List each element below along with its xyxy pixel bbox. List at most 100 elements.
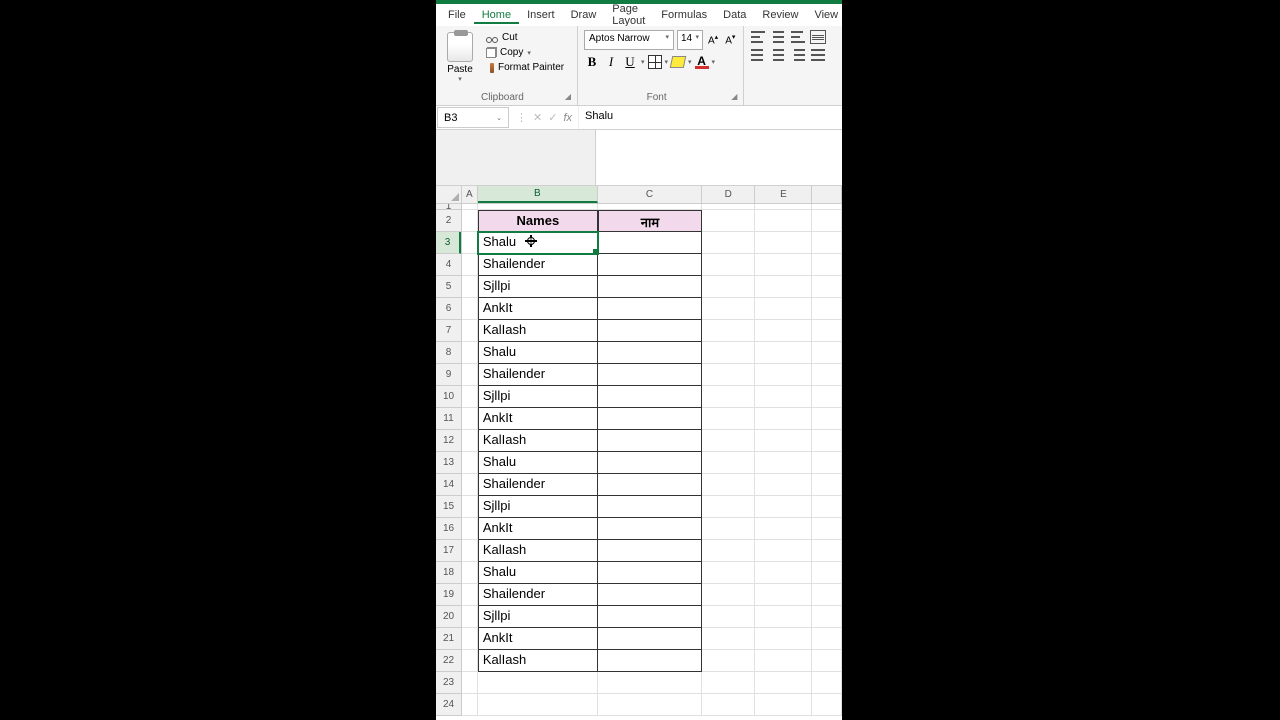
cell-b16[interactable]: AnkIt	[478, 518, 598, 540]
cell[interactable]	[812, 254, 842, 276]
cell[interactable]	[755, 496, 812, 518]
row-header-8[interactable]: 8	[436, 342, 461, 364]
row-header-21[interactable]: 21	[436, 628, 461, 650]
cell[interactable]	[462, 386, 478, 408]
cell[interactable]	[702, 430, 755, 452]
row-header-7[interactable]: 7	[436, 320, 461, 342]
cell[interactable]	[755, 386, 812, 408]
cell[interactable]	[462, 496, 478, 518]
cell[interactable]	[755, 650, 812, 672]
font-color-button[interactable]: A	[695, 56, 709, 69]
menu-home[interactable]: Home	[474, 7, 519, 24]
cell[interactable]	[702, 254, 755, 276]
fx-icon[interactable]: fx	[563, 112, 572, 124]
cell[interactable]	[812, 606, 842, 628]
row-header-17[interactable]: 17	[436, 540, 461, 562]
cell[interactable]	[702, 342, 755, 364]
cell[interactable]	[702, 474, 755, 496]
cell-c8[interactable]	[598, 342, 702, 364]
cell-c4[interactable]	[598, 254, 702, 276]
cell-c12[interactable]	[598, 430, 702, 452]
row-header-22[interactable]: 22	[436, 650, 461, 672]
cell[interactable]	[462, 562, 478, 584]
cell-c10[interactable]	[598, 386, 702, 408]
cell[interactable]	[812, 584, 842, 606]
row-header-19[interactable]: 19	[436, 584, 461, 606]
cell[interactable]	[462, 342, 478, 364]
cell[interactable]	[755, 276, 812, 298]
cell[interactable]	[702, 584, 755, 606]
cell-c3[interactable]	[598, 232, 702, 254]
fill-color-button[interactable]	[670, 56, 687, 68]
cell[interactable]	[462, 364, 478, 386]
cell[interactable]	[462, 650, 478, 672]
chevron-down-icon[interactable]: ▾	[688, 58, 692, 66]
cell-b12[interactable]: KalIash	[478, 430, 598, 452]
chevron-down-icon[interactable]: ▾	[641, 58, 645, 66]
cell-c22[interactable]	[598, 650, 702, 672]
cell[interactable]	[702, 606, 755, 628]
cell[interactable]	[702, 408, 755, 430]
chevron-down-icon[interactable]: ▾	[665, 58, 669, 66]
align-right-button[interactable]	[790, 48, 806, 62]
cell[interactable]	[702, 232, 755, 254]
cell-b3[interactable]: Shalu	[478, 232, 598, 254]
cell-b4[interactable]: Shailender	[478, 254, 598, 276]
align-left-button[interactable]	[750, 48, 766, 62]
cell[interactable]	[812, 650, 842, 672]
format-painter-button[interactable]: Format Painter	[484, 61, 566, 74]
cell[interactable]	[755, 606, 812, 628]
cell[interactable]	[755, 628, 812, 650]
cell[interactable]	[755, 672, 812, 694]
cell[interactable]	[462, 232, 478, 254]
cell[interactable]	[462, 606, 478, 628]
italic-button[interactable]: I	[603, 54, 619, 70]
cells-area[interactable]: NamesनामShaluShailenderSjllpiAnkItKalIas…	[462, 204, 842, 720]
cell[interactable]	[702, 650, 755, 672]
cell[interactable]	[462, 584, 478, 606]
cell-b18[interactable]: Shalu	[478, 562, 598, 584]
row-header-13[interactable]: 13	[436, 452, 461, 474]
menu-page-layout[interactable]: Page Layout	[604, 1, 653, 29]
cell[interactable]	[462, 430, 478, 452]
dialog-launcher-icon[interactable]: ◢	[731, 92, 737, 101]
cell-c17[interactable]	[598, 540, 702, 562]
row-header-11[interactable]: 11	[436, 408, 461, 430]
cell[interactable]	[812, 562, 842, 584]
cell[interactable]	[462, 210, 478, 232]
cell-c5[interactable]	[598, 276, 702, 298]
row-header-23[interactable]: 23	[436, 672, 461, 694]
cell-c9[interactable]	[598, 364, 702, 386]
cell-b7[interactable]: KalIash	[478, 320, 598, 342]
cell[interactable]	[755, 254, 812, 276]
row-header-12[interactable]: 12	[436, 430, 461, 452]
cell[interactable]	[702, 386, 755, 408]
align-middle-button[interactable]	[770, 30, 786, 44]
row-header-5[interactable]: 5	[436, 276, 461, 298]
cell[interactable]	[702, 628, 755, 650]
cell-c6[interactable]	[598, 298, 702, 320]
cell[interactable]	[812, 408, 842, 430]
col-header-f[interactable]	[812, 186, 842, 203]
cell[interactable]	[755, 584, 812, 606]
cell[interactable]	[755, 232, 812, 254]
menu-draw[interactable]: Draw	[563, 7, 605, 23]
cell[interactable]	[812, 540, 842, 562]
cell[interactable]	[755, 562, 812, 584]
cell[interactable]	[702, 298, 755, 320]
cell[interactable]	[755, 408, 812, 430]
cell-b19[interactable]: Shailender	[478, 584, 598, 606]
cancel-icon[interactable]: ✕	[533, 111, 542, 124]
decrease-font-button[interactable]: A▾	[723, 33, 737, 46]
menu-view[interactable]: View	[806, 7, 846, 23]
row-header-3[interactable]: 3	[436, 232, 461, 254]
merge-button[interactable]	[810, 48, 826, 62]
cell[interactable]	[702, 496, 755, 518]
cell[interactable]	[812, 364, 842, 386]
cell[interactable]	[598, 694, 702, 716]
cell-c20[interactable]	[598, 606, 702, 628]
cell[interactable]	[478, 694, 598, 716]
row-header-16[interactable]: 16	[436, 518, 461, 540]
cell[interactable]	[812, 320, 842, 342]
font-size-select[interactable]: 14▾	[677, 30, 703, 50]
